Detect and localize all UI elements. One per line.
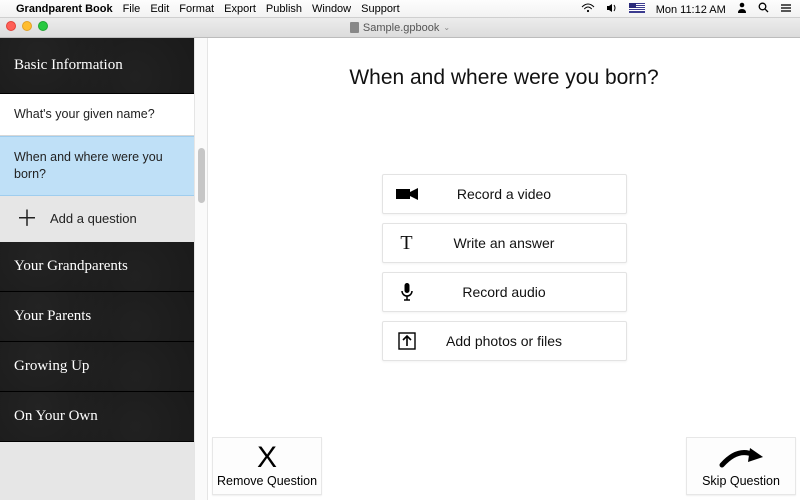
question-item[interactable]: What's your given name?	[0, 94, 194, 136]
menubar-clock[interactable]: Mon 11:12 AM	[656, 4, 726, 16]
menu-icon[interactable]	[780, 4, 792, 16]
add-question-button[interactable]: ＋ Add a question	[0, 196, 194, 242]
remove-question-button[interactable]: X Remove Question	[212, 437, 322, 495]
menu-window[interactable]: Window	[312, 3, 351, 15]
document-title[interactable]: Sample.gpbook ⌄	[350, 22, 450, 34]
arrow-right-icon	[718, 445, 764, 472]
menu-edit[interactable]: Edit	[150, 3, 169, 15]
zoom-icon[interactable]	[38, 21, 48, 31]
window-titlebar: Sample.gpbook ⌄	[0, 18, 800, 38]
mic-icon	[383, 282, 431, 302]
document-name: Sample.gpbook	[363, 22, 439, 34]
question-title: When and where were you born?	[208, 66, 800, 90]
skip-question-button[interactable]: Skip Question	[686, 437, 796, 495]
add-question-label: Add a question	[50, 211, 137, 226]
write-answer-button[interactable]: T Write an answer	[382, 223, 627, 263]
section-your-parents[interactable]: Your Parents	[0, 292, 194, 342]
menu-publish[interactable]: Publish	[266, 3, 302, 15]
app-name[interactable]: Grandparent Book	[16, 3, 113, 15]
section-on-your-own[interactable]: On Your Own	[0, 392, 194, 442]
menubar-status: Mon 11:12 AM	[573, 2, 793, 16]
user-icon[interactable]	[737, 4, 750, 16]
sidebar-scrollbar[interactable]	[194, 38, 208, 500]
remove-label: Remove Question	[217, 474, 317, 488]
scrollbar-thumb[interactable]	[198, 148, 205, 203]
answer-actions: Record a video T Write an answer Record …	[382, 174, 627, 361]
window-controls	[6, 21, 48, 31]
flag-icon[interactable]	[629, 4, 648, 16]
volume-icon[interactable]	[606, 4, 621, 16]
main-panel: When and where were you born? Record a v…	[208, 38, 800, 500]
menu-support[interactable]: Support	[361, 3, 400, 15]
sidebar: Basic Information What's your given name…	[0, 38, 194, 500]
add-files-button[interactable]: Add photos or files	[382, 321, 627, 361]
minimize-icon[interactable]	[22, 21, 32, 31]
menu-file[interactable]: File	[123, 3, 141, 15]
text-icon: T	[383, 232, 431, 255]
section-basic-information[interactable]: Basic Information	[0, 38, 194, 94]
section-growing-up[interactable]: Growing Up	[0, 342, 194, 392]
action-label: Record a video	[431, 186, 626, 202]
menu-export[interactable]: Export	[224, 3, 256, 15]
search-icon[interactable]	[758, 4, 772, 16]
section-your-grandparents[interactable]: Your Grandparents	[0, 242, 194, 292]
close-icon[interactable]	[6, 21, 16, 31]
wifi-icon[interactable]	[581, 4, 598, 16]
action-label: Write an answer	[431, 235, 626, 251]
record-audio-button[interactable]: Record audio	[382, 272, 627, 312]
document-icon	[350, 22, 359, 33]
menu-format[interactable]: Format	[179, 3, 214, 15]
upload-icon	[383, 332, 431, 350]
question-item-selected[interactable]: When and where were you born?	[0, 136, 194, 196]
mac-menubar: Grandparent Book File Edit Format Export…	[0, 0, 800, 18]
record-video-button[interactable]: Record a video	[382, 174, 627, 214]
video-icon	[383, 187, 431, 201]
x-icon: X	[257, 444, 277, 472]
skip-label: Skip Question	[702, 474, 780, 488]
action-label: Record audio	[431, 284, 626, 300]
chevron-down-icon: ⌄	[443, 23, 450, 32]
action-label: Add photos or files	[431, 333, 626, 349]
